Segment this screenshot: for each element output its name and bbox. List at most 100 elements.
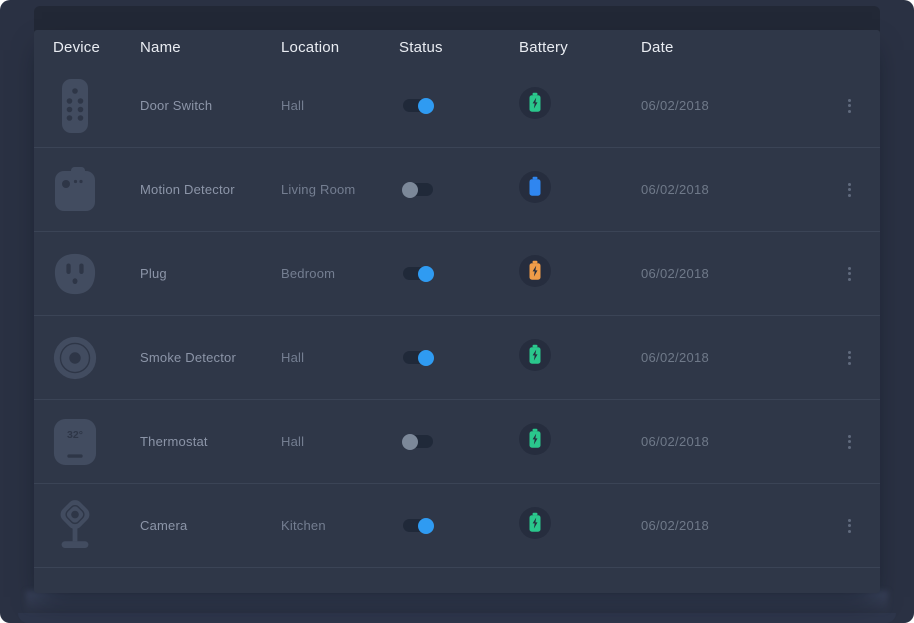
battery-cell	[519, 171, 641, 208]
column-header-battery: Battery	[519, 39, 641, 56]
kebab-dot	[848, 278, 851, 281]
status-toggle[interactable]	[403, 351, 433, 364]
column-header-device: Device	[53, 39, 140, 56]
toggle-knob	[418, 266, 434, 282]
kebab-dot	[848, 267, 851, 270]
kebab-dot	[848, 272, 851, 275]
kebab-dot	[848, 194, 851, 197]
kebab-dot	[848, 110, 851, 113]
device-name: Thermostat	[140, 434, 281, 449]
device-cell	[53, 333, 140, 383]
battery-cell	[519, 255, 641, 292]
device-location: Hall	[281, 98, 399, 113]
battery-cell	[519, 87, 641, 124]
row-menu-cell	[842, 515, 856, 537]
kebab-dot	[848, 356, 851, 359]
device-name: Plug	[140, 266, 281, 281]
table-header-row: DeviceNameLocationStatusBatteryDate	[34, 30, 880, 64]
device-location: Hall	[281, 434, 399, 449]
kebab-dot	[848, 519, 851, 522]
device-cell: 32°	[53, 417, 140, 467]
status-toggle[interactable]	[403, 435, 433, 448]
card-glow-decoration	[26, 591, 888, 613]
device-date: 06/02/2018	[641, 434, 842, 449]
kebab-dot	[848, 446, 851, 449]
kebab-dot	[848, 188, 851, 191]
row-menu-cell	[842, 431, 856, 453]
status-cell	[399, 435, 519, 448]
battery-cell	[519, 339, 641, 376]
smart-home-devices-screen: DeviceNameLocationStatusBatteryDate Door…	[0, 0, 914, 623]
kebab-dot	[848, 435, 851, 438]
toggle-knob	[402, 182, 418, 198]
table-row: CameraKitchen 06/02/2018	[34, 484, 880, 568]
column-header-status: Status	[399, 39, 519, 56]
table-row: Smoke DetectorHall 06/02/2018	[34, 316, 880, 400]
battery-cell	[519, 507, 641, 544]
kebab-dot	[848, 104, 851, 107]
column-header-date: Date	[641, 39, 842, 56]
table-row: Door SwitchHall 06/02/2018	[34, 64, 880, 148]
battery-charging-icon	[519, 423, 641, 460]
device-location: Bedroom	[281, 266, 399, 281]
kebab-menu-icon[interactable]	[842, 263, 856, 285]
battery-full-icon	[519, 171, 641, 208]
device-name: Motion Detector	[140, 182, 281, 197]
kebab-dot	[848, 362, 851, 365]
status-cell	[399, 351, 519, 364]
kebab-menu-icon[interactable]	[842, 431, 856, 453]
toggle-knob	[418, 98, 434, 114]
device-name: Camera	[140, 518, 281, 533]
column-header-location: Location	[281, 39, 399, 56]
device-date: 06/02/2018	[641, 182, 842, 197]
status-toggle[interactable]	[403, 183, 433, 196]
battery-charging-icon	[519, 87, 641, 124]
status-cell	[399, 267, 519, 280]
column-header-name: Name	[140, 39, 281, 56]
device-cell	[53, 251, 140, 297]
table-row: PlugBedroom 06/02/2018	[34, 232, 880, 316]
device-location: Kitchen	[281, 518, 399, 533]
status-cell	[399, 99, 519, 112]
battery-charging-icon	[519, 339, 641, 376]
device-name: Smoke Detector	[140, 350, 281, 365]
status-toggle[interactable]	[403, 519, 433, 532]
toggle-knob	[418, 518, 434, 534]
thermostat-icon: 32°	[53, 417, 97, 467]
bottom-bar-decoration	[18, 613, 896, 623]
kebab-menu-icon[interactable]	[842, 179, 856, 201]
device-location: Hall	[281, 350, 399, 365]
status-cell	[399, 519, 519, 532]
motion-detector-icon	[53, 167, 97, 213]
status-cell	[399, 183, 519, 196]
table-body: Door SwitchHall 06/02/2018 Motion Detect…	[34, 64, 880, 568]
plug-icon	[53, 251, 97, 297]
table-row: 32° ThermostatHall 06/02/2018	[34, 400, 880, 484]
kebab-dot	[848, 440, 851, 443]
device-date: 06/02/2018	[641, 350, 842, 365]
battery-charging-icon	[519, 507, 641, 544]
device-date: 06/02/2018	[641, 98, 842, 113]
toggle-knob	[418, 350, 434, 366]
battery-cell	[519, 423, 641, 460]
camera-icon	[53, 497, 97, 555]
table-row: Motion DetectorLiving Room 06/02/2018	[34, 148, 880, 232]
kebab-menu-icon[interactable]	[842, 515, 856, 537]
toggle-knob	[402, 434, 418, 450]
status-toggle[interactable]	[403, 99, 433, 112]
row-menu-cell	[842, 179, 856, 201]
row-menu-cell	[842, 347, 856, 369]
device-cell	[53, 497, 140, 555]
kebab-menu-icon[interactable]	[842, 95, 856, 117]
smoke-detector-icon	[53, 333, 97, 383]
svg-text:32°: 32°	[67, 429, 83, 441]
device-name: Door Switch	[140, 98, 281, 113]
device-location: Living Room	[281, 182, 399, 197]
status-toggle[interactable]	[403, 267, 433, 280]
kebab-dot	[848, 183, 851, 186]
device-cell	[53, 76, 140, 136]
kebab-menu-icon[interactable]	[842, 347, 856, 369]
remote-icon	[53, 76, 97, 136]
device-table-card: DeviceNameLocationStatusBatteryDate Door…	[34, 30, 880, 593]
kebab-dot	[848, 99, 851, 102]
